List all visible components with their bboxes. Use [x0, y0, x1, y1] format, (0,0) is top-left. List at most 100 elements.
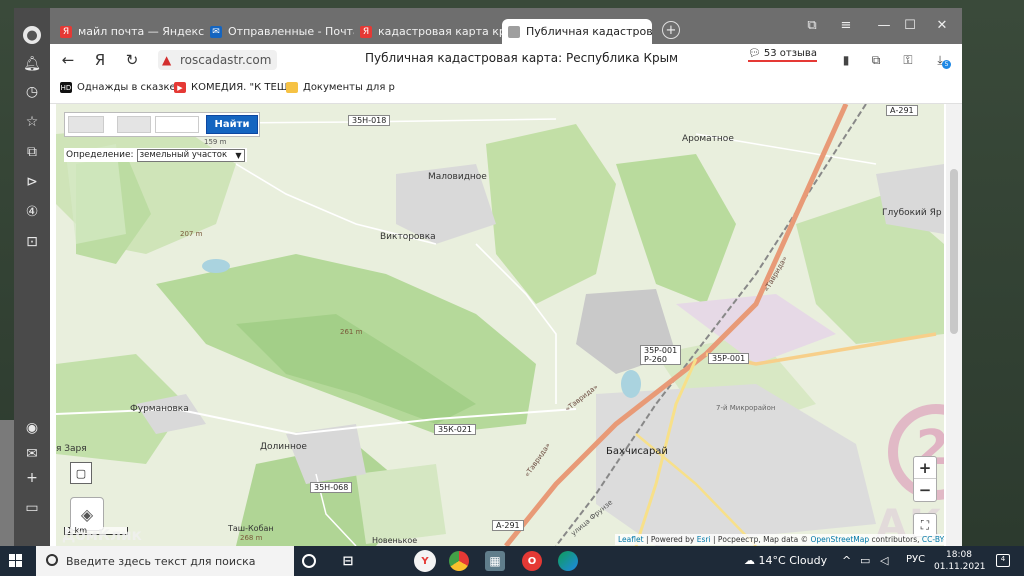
mail-sidebar-icon[interactable]: ✉	[20, 442, 44, 466]
license-link[interactable]: CC-BY-SA	[922, 535, 944, 544]
menu-icon[interactable]: ≡	[834, 14, 858, 36]
desktop: Я майл почта — Яндекс: на ✉ Отправленные…	[0, 0, 1024, 546]
tab-label: майл почта — Яндекс: на	[78, 25, 204, 38]
maximize-icon[interactable]: ☐	[898, 14, 922, 36]
add-panel-icon[interactable]: +	[20, 466, 44, 490]
tab-label: Публичная кадастровая	[526, 25, 652, 38]
minimize-icon[interactable]: —	[872, 14, 896, 36]
start-button[interactable]	[9, 554, 23, 568]
osm-link[interactable]: OpenStreetMap	[810, 535, 869, 544]
collections-icon[interactable]: ⧉	[20, 140, 44, 164]
messenger-icon[interactable]: ▭	[20, 496, 44, 520]
tab-cadastral-search[interactable]: Я кадастровая карта крыма	[354, 19, 504, 44]
road-label-35p001b: 35Р-001	[708, 353, 750, 364]
road-label-a291-bottom: А-291	[492, 520, 524, 531]
download-icon[interactable]: ⤓ 5	[932, 52, 951, 69]
definition-select[interactable]: земельный участок ▼	[136, 148, 245, 162]
find-button[interactable]: Найти	[206, 115, 258, 134]
task-view-icon[interactable]: ⊟	[338, 551, 358, 571]
password-icon[interactable]: ⚿	[900, 52, 916, 68]
yandex-icon: Я	[360, 25, 372, 38]
road-label-35p001-code: 35Р-001	[644, 346, 678, 355]
url-field[interactable]: ▲ roscadastr.com	[158, 50, 278, 70]
zoom-in-button[interactable]: +	[914, 457, 936, 479]
map-canvas[interactable]	[56, 104, 944, 546]
layers-icon: ◈	[80, 504, 94, 524]
cortana-icon[interactable]	[302, 554, 316, 568]
bookmark-icon[interactable]: ▮	[838, 52, 854, 68]
tab-bar: Я майл почта — Яндекс: на ✉ Отправленные…	[14, 8, 962, 44]
yandex-browser-icon[interactable]: Y	[414, 550, 436, 572]
reviews-text: 53 отзыва	[763, 48, 817, 59]
map-view[interactable]: 35Н-018 А-291 35Р-001 Р-260 35Р-001 35К-0…	[56, 104, 944, 546]
volume-icon[interactable]: ◁	[880, 554, 888, 567]
search-input[interactable]	[117, 116, 151, 133]
reviews-badge[interactable]: 💬︎ 53 отзыва	[748, 48, 817, 62]
esri-link[interactable]: Esri	[697, 535, 711, 544]
leaflet-link[interactable]: Leaflet	[618, 535, 644, 544]
chrome-icon[interactable]	[449, 551, 469, 571]
page-scrollbar[interactable]	[946, 104, 962, 546]
bookmark-label: КОМЕДИЯ. "К ТЕЩ	[191, 82, 288, 93]
draw-rectangle-button[interactable]: ▢	[70, 462, 92, 484]
mail-icon: ✉	[210, 25, 222, 38]
bell-icon[interactable]: 🔔︎	[20, 52, 44, 76]
hd-icon: HD	[60, 82, 72, 93]
bookmark-item[interactable]: Документы для р	[286, 82, 395, 93]
attribution-text: contributors,	[871, 535, 920, 544]
extensions-icon[interactable]: ⧉	[868, 52, 884, 68]
yandex-icon: Я	[60, 25, 72, 38]
clock[interactable]: 18:08 01.11.2021	[934, 549, 986, 573]
weather-widget[interactable]: ☁ 14°C Cloudy	[744, 554, 827, 567]
tab-sent-mail[interactable]: ✉ Отправленные - Почта M	[204, 19, 354, 44]
definition-value: земельный участок	[139, 149, 228, 160]
search-icon	[46, 554, 58, 566]
search-input[interactable]	[68, 116, 104, 133]
place-label: Фурмановка	[130, 404, 189, 414]
search-input[interactable]	[155, 116, 199, 133]
elevation-label: 261 m	[340, 328, 363, 336]
elevation-label: 207 m	[180, 230, 203, 238]
weather-text: Cloudy	[789, 554, 828, 567]
history-icon[interactable]: ◷	[20, 80, 44, 104]
road-label-a291-top: А-291	[886, 105, 918, 116]
network-icon[interactable]: ▭	[860, 554, 870, 567]
place-label: 7-й Микрорайон	[716, 404, 776, 412]
new-tab-button[interactable]: +	[662, 21, 680, 39]
search-panel: Найти	[64, 112, 260, 137]
tab-label: Отправленные - Почта M	[228, 25, 354, 38]
tab-yandex-mail[interactable]: Я майл почта — Яндекс: на	[54, 19, 204, 44]
calculator-icon[interactable]: ▦	[485, 551, 505, 571]
road-label-r260: Р-260	[644, 355, 667, 364]
media-icon[interactable]: ⊳	[20, 170, 44, 194]
profile-avatar-icon[interactable]: ●	[23, 26, 41, 44]
downloads-count-icon[interactable]: ④	[20, 200, 44, 224]
place-label: Маловидное	[428, 172, 487, 182]
road-label-35p001: 35Р-001 Р-260	[640, 345, 682, 365]
edge-icon[interactable]	[558, 551, 578, 571]
notifications-icon[interactable]: 4	[996, 554, 1010, 567]
alice-icon[interactable]: ◉	[20, 416, 44, 440]
bookmark-item[interactable]: ▶ КОМЕДИЯ. "К ТЕЩ	[174, 82, 288, 93]
zoom-out-button[interactable]: −	[914, 479, 936, 501]
taskbar-search-input[interactable]: Введите здесь текст для поиска	[36, 546, 294, 576]
bookmark-item[interactable]: HD Однажды в сказке	[60, 82, 176, 93]
tab-public-cadastral[interactable]: Публичная кадастровая ×	[502, 19, 652, 44]
opera-icon[interactable]: O	[522, 551, 542, 571]
place-label: Глубокий Яр	[882, 208, 942, 218]
yandex-logo-icon[interactable]: Я	[90, 50, 110, 70]
back-icon[interactable]: ←	[58, 50, 78, 70]
reload-icon[interactable]: ↻	[122, 50, 142, 70]
clock-date: 01.11.2021	[934, 562, 986, 572]
language-indicator[interactable]: РУС	[906, 554, 925, 565]
scrollbar-thumb[interactable]	[950, 169, 958, 334]
place-label: Викторовка	[380, 232, 436, 242]
screenshot-icon[interactable]: ⊡	[20, 230, 44, 254]
favorites-icon[interactable]: ☆	[20, 110, 44, 134]
weather-temp: 14°C	[758, 554, 786, 567]
tray-chevron-icon[interactable]: ^	[842, 554, 851, 567]
close-window-icon[interactable]: ✕	[930, 14, 954, 36]
watermark-domklik: ДомКлик	[62, 526, 142, 544]
place-label: Бахчисарай	[606, 446, 668, 457]
collections-icon[interactable]: ⧉	[800, 14, 824, 36]
